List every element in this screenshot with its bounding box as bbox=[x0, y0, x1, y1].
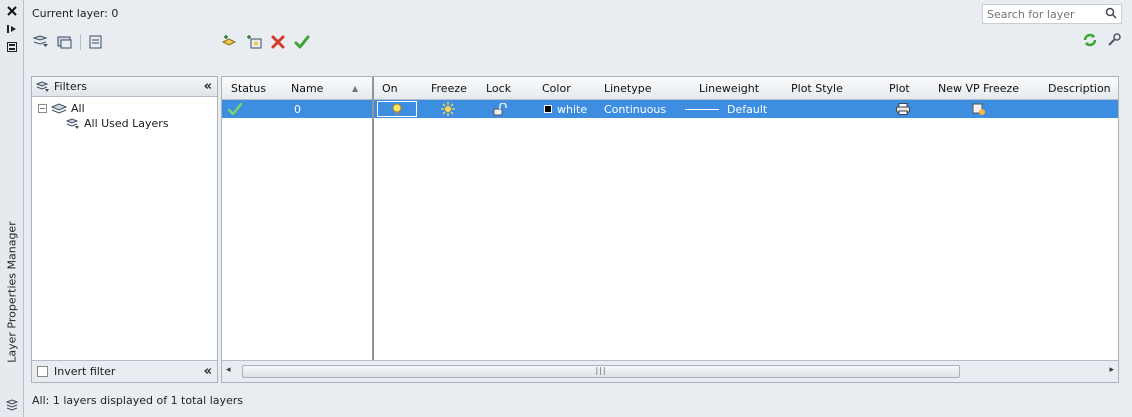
invert-filter-bar: Invert filter « bbox=[32, 360, 217, 382]
column-header-plot[interactable]: Plot bbox=[889, 82, 910, 95]
autohide-icon[interactable] bbox=[4, 22, 20, 36]
property-filter-icon bbox=[66, 117, 79, 129]
filter-toolbar bbox=[32, 32, 105, 52]
scroll-right-icon[interactable]: ▸ bbox=[1109, 365, 1114, 375]
column-header-name[interactable]: Name bbox=[291, 82, 323, 95]
column-header-row: Status Name ▲ On Freeze Lock Color Linet… bbox=[222, 77, 1118, 100]
unlocked-icon[interactable] bbox=[493, 102, 507, 116]
column-header-lock[interactable]: Lock bbox=[486, 82, 511, 95]
column-header-lineweight[interactable]: Lineweight bbox=[699, 82, 759, 95]
layer-states-manager-icon[interactable] bbox=[87, 33, 105, 51]
frozen-column-splitter[interactable] bbox=[372, 77, 374, 362]
linetype-cell[interactable]: Continuous bbox=[604, 102, 666, 116]
status-text: All: 1 layers displayed of 1 total layer… bbox=[32, 394, 244, 407]
palette-title: Layer Properties Manager bbox=[2, 197, 22, 387]
new-layer-icon[interactable] bbox=[221, 33, 239, 51]
new-group-filter-icon[interactable] bbox=[56, 33, 74, 51]
printer-icon[interactable] bbox=[896, 102, 910, 116]
column-header-description[interactable]: Description bbox=[1048, 82, 1111, 95]
refresh-icon[interactable] bbox=[1082, 32, 1098, 51]
layer-list-grid: Status Name ▲ On Freeze Lock Color Linet… bbox=[221, 76, 1119, 383]
sort-ascending-icon: ▲ bbox=[352, 84, 359, 93]
toolbar-separator bbox=[80, 34, 81, 50]
horizontal-scrollbar[interactable]: ◂ ||| ▸ bbox=[222, 360, 1118, 382]
collapse-node-icon[interactable]: − bbox=[38, 104, 47, 113]
scrollbar-grip-icon: ||| bbox=[595, 366, 607, 375]
palette-title-bar: Layer Properties Manager bbox=[0, 0, 24, 417]
color-cell[interactable]: white bbox=[544, 102, 587, 116]
palette-title-text: Layer Properties Manager bbox=[5, 221, 19, 363]
filters-header-label: Filters bbox=[54, 80, 87, 93]
current-layer-check-icon[interactable] bbox=[228, 102, 242, 116]
lineweight-line bbox=[685, 108, 719, 110]
color-swatch bbox=[544, 105, 552, 113]
column-header-plot-style[interactable]: Plot Style bbox=[791, 82, 843, 95]
column-header-linetype[interactable]: Linetype bbox=[604, 82, 652, 95]
lineweight-cell[interactable]: Default bbox=[685, 102, 767, 116]
invert-filter-label: Invert filter bbox=[54, 365, 116, 378]
layers-icon[interactable] bbox=[4, 398, 20, 412]
close-icon[interactable] bbox=[4, 4, 20, 18]
filter-icon bbox=[36, 80, 49, 92]
column-header-on[interactable]: On bbox=[382, 82, 398, 95]
search-box[interactable] bbox=[982, 4, 1122, 24]
collapse-filters-icon[interactable]: « bbox=[204, 364, 212, 379]
delete-layer-icon[interactable] bbox=[269, 33, 287, 51]
lineweight-value: Default bbox=[727, 102, 768, 116]
column-header-status[interactable]: Status bbox=[231, 82, 266, 95]
current-layer-label: Current layer: 0 bbox=[32, 7, 119, 20]
layers-stack-icon bbox=[51, 102, 67, 114]
filters-pane: Filters « − All All Used Layers Invert f… bbox=[31, 76, 218, 383]
search-icon[interactable] bbox=[1105, 7, 1117, 22]
new-vp-frozen-layer-icon[interactable] bbox=[245, 33, 263, 51]
lightbulb-on-icon[interactable] bbox=[392, 102, 402, 116]
filter-tree-item-all-used-layers[interactable]: All Used Layers bbox=[66, 116, 211, 131]
layer-name-cell[interactable]: 0 bbox=[294, 102, 301, 116]
filter-tree-label: All bbox=[71, 102, 85, 115]
filter-tree: − All All Used Layers bbox=[32, 97, 217, 135]
color-name: white bbox=[557, 102, 588, 116]
layer-toolbar bbox=[221, 32, 311, 52]
search-input[interactable] bbox=[987, 7, 1097, 21]
right-toolbar bbox=[1082, 32, 1122, 51]
settings-icon[interactable] bbox=[1106, 32, 1122, 51]
collapse-filters-icon[interactable]: « bbox=[204, 79, 212, 94]
filters-header: Filters « bbox=[32, 77, 217, 97]
new-property-filter-icon[interactable] bbox=[32, 33, 50, 51]
column-header-freeze[interactable]: Freeze bbox=[431, 82, 467, 95]
invert-filter-checkbox[interactable] bbox=[37, 366, 48, 377]
vp-freeze-icon[interactable] bbox=[972, 102, 986, 116]
column-header-color[interactable]: Color bbox=[542, 82, 571, 95]
scrollbar-thumb[interactable]: ||| bbox=[242, 365, 960, 378]
filter-tree-item-all[interactable]: − All bbox=[38, 101, 211, 116]
properties-icon[interactable] bbox=[4, 40, 20, 54]
sun-thaw-icon[interactable] bbox=[441, 102, 455, 116]
filter-tree-label: All Used Layers bbox=[84, 117, 169, 130]
column-header-new-vp-freeze[interactable]: New VP Freeze bbox=[938, 82, 1019, 95]
scroll-left-icon[interactable]: ◂ bbox=[226, 365, 231, 375]
set-current-icon[interactable] bbox=[293, 33, 311, 51]
